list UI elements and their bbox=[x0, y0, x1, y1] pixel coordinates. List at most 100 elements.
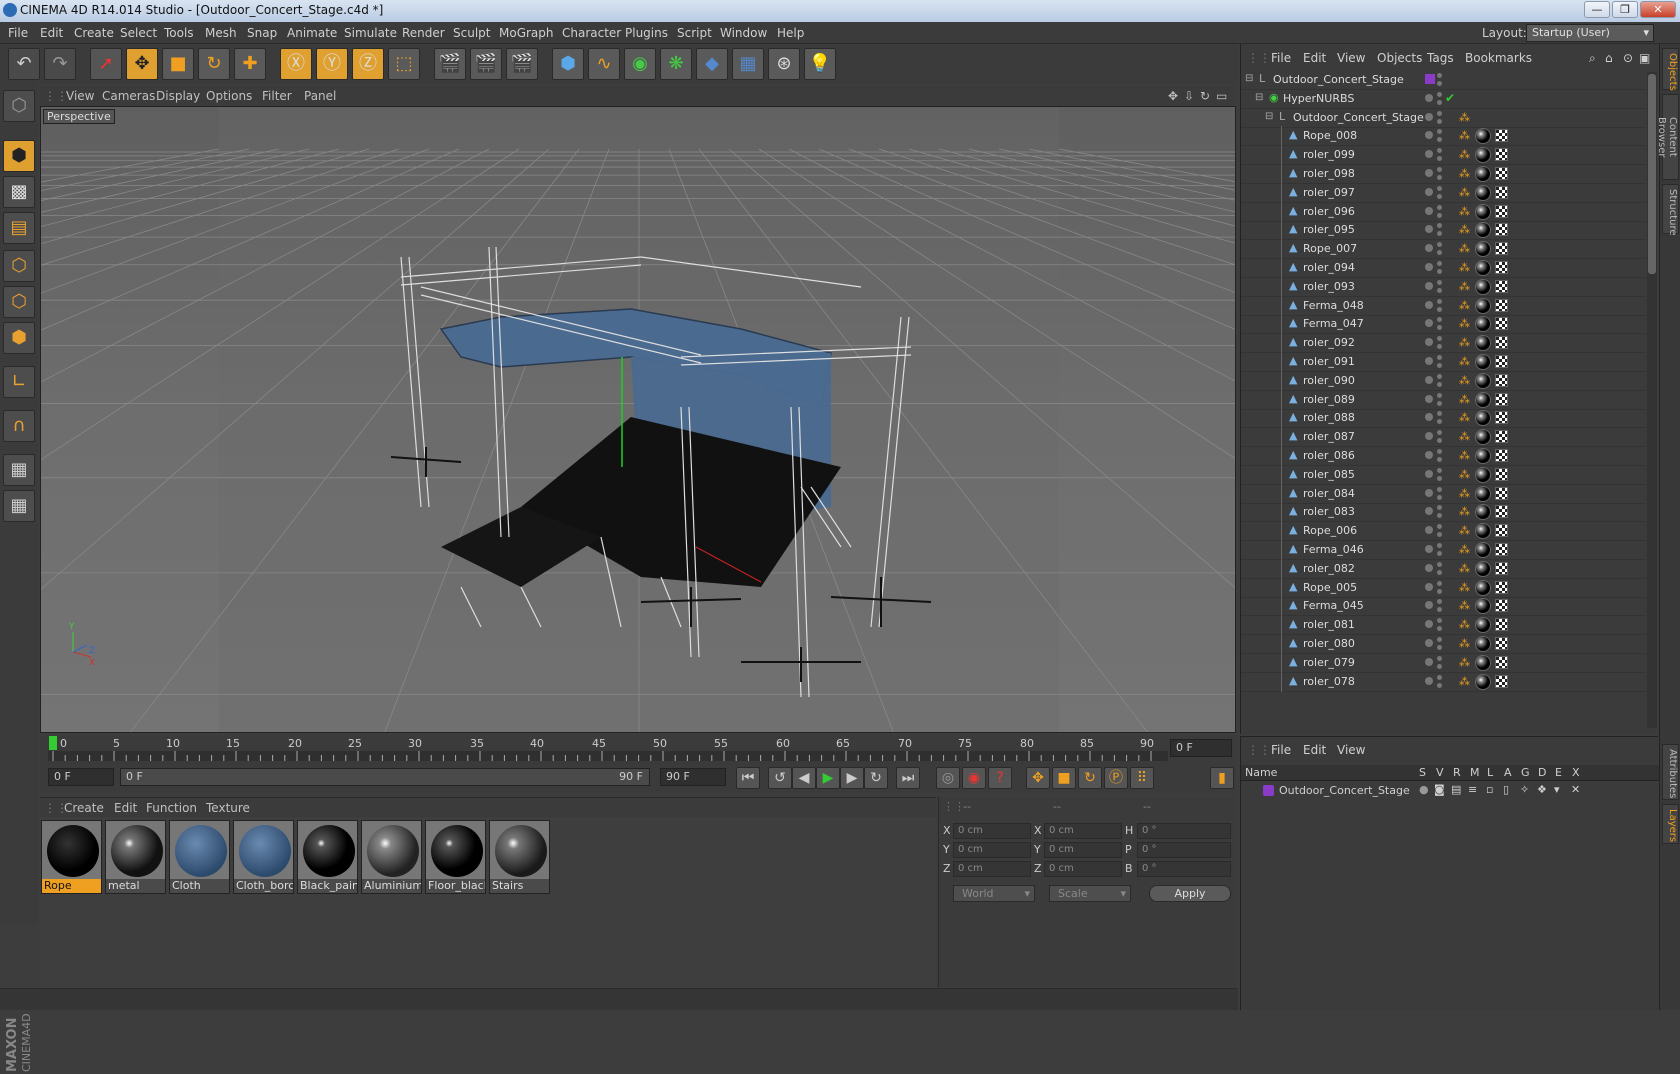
keyframe-selection-button[interactable]: ? bbox=[988, 767, 1012, 789]
pos-z-field[interactable]: 0 cm bbox=[953, 861, 1031, 877]
coordinate-space-select[interactable]: World ▾ bbox=[953, 885, 1035, 902]
viewport-rotate-icon[interactable]: ↻ bbox=[1200, 89, 1210, 103]
phong-tag-icon[interactable]: ⁂ bbox=[1459, 487, 1471, 501]
collapse-toggle-icon[interactable]: ⊟ bbox=[1265, 111, 1273, 122]
object-name[interactable]: roler_089 bbox=[1303, 393, 1355, 406]
render-visibility-dot[interactable] bbox=[1437, 223, 1442, 229]
render-visibility-dot[interactable] bbox=[1437, 73, 1442, 78]
editor-visibility-dot[interactable] bbox=[1425, 300, 1433, 309]
material-tag-icon[interactable] bbox=[1475, 579, 1491, 596]
phong-tag-icon[interactable]: ⁂ bbox=[1459, 205, 1471, 219]
object-row[interactable]: ▲ roler_091 ⁂ bbox=[1241, 352, 1646, 372]
object-name[interactable]: HyperNURBS bbox=[1283, 92, 1354, 105]
editor-visibility-dot-lower[interactable] bbox=[1437, 588, 1442, 594]
editor-visibility-dot-lower[interactable] bbox=[1437, 663, 1442, 669]
texture-tag-icon[interactable] bbox=[1495, 543, 1508, 556]
3d-viewport[interactable]: Y Z X Perspective bbox=[40, 106, 1236, 733]
texture-tag-icon[interactable] bbox=[1495, 524, 1508, 538]
live-selection-button[interactable]: ➚ bbox=[90, 48, 122, 80]
key-position-button[interactable]: ✥ bbox=[1026, 767, 1050, 789]
editor-visibility-dot-lower[interactable] bbox=[1437, 551, 1442, 556]
spline-button[interactable]: ∿ bbox=[588, 48, 620, 80]
editor-visibility-dot-lower[interactable] bbox=[1437, 156, 1442, 162]
render-visibility-dot[interactable] bbox=[1437, 505, 1442, 511]
apply-button[interactable]: Apply bbox=[1149, 885, 1231, 902]
next-frame-button[interactable]: ▶ bbox=[840, 767, 864, 789]
material-swatch[interactable]: Stairs bbox=[489, 820, 550, 894]
editor-visibility-dot-lower[interactable] bbox=[1437, 607, 1442, 613]
material-tag-icon[interactable] bbox=[1475, 636, 1491, 652]
object-menu-edit[interactable]: Edit bbox=[1303, 51, 1326, 65]
editor-visibility-dot-lower[interactable] bbox=[1437, 400, 1442, 406]
model-mode-button[interactable]: ⬢ bbox=[3, 140, 35, 172]
texture-tag-icon[interactable] bbox=[1495, 223, 1508, 237]
timeline-window-button[interactable]: ▮ bbox=[1210, 767, 1234, 789]
workplane-lock-button[interactable]: ▦ bbox=[3, 454, 35, 486]
viewport-menu-cameras[interactable]: Cameras bbox=[102, 89, 155, 103]
pos-y-field[interactable]: 0 cm bbox=[953, 842, 1031, 858]
viewport-menu-view[interactable]: View bbox=[66, 89, 94, 103]
menu-select[interactable]: Select bbox=[120, 26, 157, 40]
object-row[interactable]: ▲ Rope_006 ⁂ bbox=[1241, 521, 1646, 542]
object-row[interactable]: ▲ roler_098 ⁂ bbox=[1241, 164, 1646, 184]
render-visibility-dot[interactable] bbox=[1437, 167, 1442, 172]
recent-tool-button[interactable]: ✚ bbox=[234, 48, 266, 80]
editor-visibility-dot[interactable] bbox=[1425, 244, 1433, 253]
menu-mesh[interactable]: Mesh bbox=[205, 26, 237, 40]
material-tag-icon[interactable] bbox=[1475, 184, 1491, 201]
material-swatch[interactable]: Floor_black bbox=[425, 820, 486, 894]
object-name[interactable]: Ferma_047 bbox=[1303, 317, 1364, 330]
editor-visibility-dot[interactable] bbox=[1425, 488, 1433, 497]
render-visibility-dot[interactable] bbox=[1437, 148, 1442, 154]
object-name[interactable]: Rope_008 bbox=[1303, 129, 1357, 142]
layer-render-icon[interactable]: ▤ bbox=[1451, 783, 1461, 796]
rot-h-field[interactable]: 0 ° bbox=[1137, 823, 1231, 839]
x-axis-button[interactable]: Ⓧ bbox=[280, 48, 312, 80]
render-visibility-dot[interactable] bbox=[1437, 317, 1442, 323]
material-tag-icon[interactable] bbox=[1475, 485, 1491, 502]
editor-visibility-dot[interactable] bbox=[1425, 281, 1433, 290]
texture-tag-icon[interactable] bbox=[1495, 317, 1508, 331]
phong-tag-icon[interactable]: ⁂ bbox=[1459, 336, 1471, 350]
editor-visibility-dot[interactable] bbox=[1425, 169, 1433, 177]
workplane-mode-button[interactable]: ▤ bbox=[3, 212, 35, 244]
close-button[interactable]: ✕ bbox=[1640, 1, 1676, 18]
editor-visibility-dot[interactable] bbox=[1425, 676, 1433, 685]
tab-layers[interactable]: Layers bbox=[1662, 804, 1679, 844]
object-row[interactable]: ▲ roler_095 ⁂ bbox=[1241, 220, 1646, 241]
material-swatch[interactable]: metal bbox=[105, 820, 166, 894]
phong-tag-icon[interactable]: ⁂ bbox=[1459, 317, 1471, 331]
phong-tag-icon[interactable]: ⁂ bbox=[1459, 449, 1471, 463]
object-menu-bookmarks[interactable]: Bookmarks bbox=[1465, 51, 1532, 65]
object-row[interactable]: ▲ Rope_007 ⁂ bbox=[1241, 239, 1646, 260]
object-name[interactable]: roler_093 bbox=[1303, 280, 1355, 293]
editor-visibility-dot[interactable] bbox=[1425, 469, 1433, 478]
editor-visibility-dot-lower[interactable] bbox=[1437, 532, 1442, 538]
search-icon[interactable]: ⌕ bbox=[1589, 51, 1596, 66]
render-visibility-dot[interactable] bbox=[1437, 655, 1442, 661]
editor-visibility-dot-lower[interactable] bbox=[1437, 626, 1442, 632]
menu-help[interactable]: Help bbox=[777, 26, 804, 40]
render-visibility-dot[interactable] bbox=[1437, 467, 1442, 473]
minimize-button[interactable]: — bbox=[1584, 1, 1610, 18]
object-row[interactable]: ▲ roler_079 ⁂ bbox=[1241, 652, 1646, 673]
material-swatch[interactable]: Cloth bbox=[169, 820, 230, 894]
editor-visibility-dot[interactable] bbox=[1425, 375, 1433, 384]
menu-create[interactable]: Create bbox=[74, 26, 114, 40]
home-icon[interactable]: ⌂ bbox=[1605, 51, 1613, 65]
layer-expression-icon[interactable]: ▾ bbox=[1554, 783, 1560, 796]
menu-script[interactable]: Script bbox=[677, 26, 712, 40]
layer-view-icon[interactable]: ◙ bbox=[1434, 783, 1445, 796]
layer-color-swatch[interactable] bbox=[1263, 785, 1274, 796]
enabled-check-icon[interactable]: ✔ bbox=[1445, 91, 1455, 105]
phong-tag-icon[interactable]: ⁂ bbox=[1459, 261, 1471, 275]
texture-tag-icon[interactable] bbox=[1495, 373, 1508, 387]
material-tag-icon[interactable] bbox=[1475, 504, 1491, 521]
phong-tag-icon[interactable]: ⁂ bbox=[1459, 505, 1471, 519]
render-visibility-dot[interactable] bbox=[1437, 242, 1442, 248]
phong-tag-icon[interactable]: ⁂ bbox=[1459, 637, 1471, 651]
phong-tag-icon[interactable]: ⁂ bbox=[1459, 675, 1471, 689]
editor-visibility-dot[interactable] bbox=[1425, 394, 1433, 403]
scrollbar-thumb[interactable] bbox=[1648, 74, 1656, 274]
editor-visibility-dot[interactable] bbox=[1425, 451, 1433, 459]
